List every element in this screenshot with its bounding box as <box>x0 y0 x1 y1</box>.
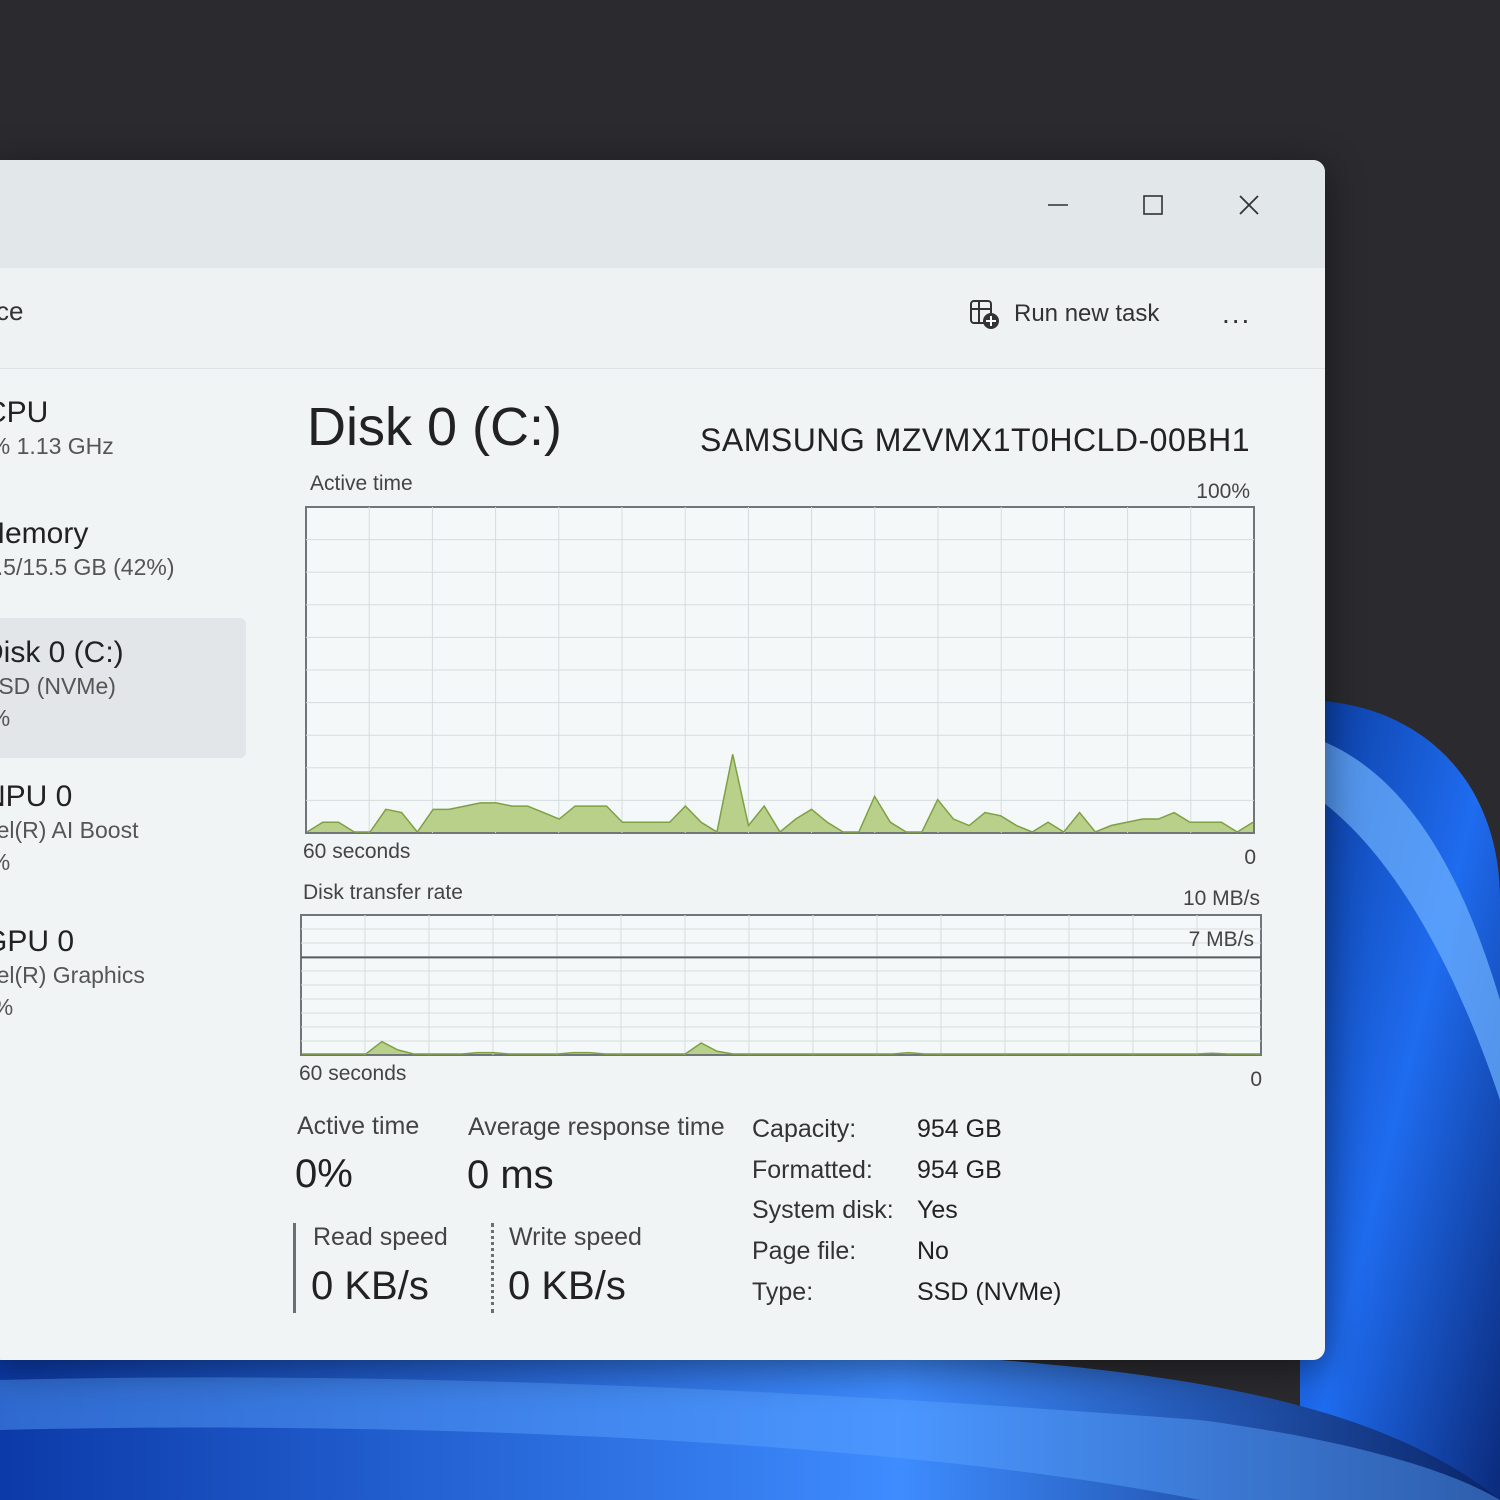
sidebar-item-detail: SSD (NVMe) <box>0 673 116 699</box>
sidebar-item-title: Memory <box>0 517 89 550</box>
read-speed-indicator <box>293 1223 296 1313</box>
system-disk-label: System disk: <box>752 1196 894 1224</box>
active-time-x-left-label: 60 seconds <box>303 840 411 863</box>
sidebar-item-detail: Intel(R) Graphics <box>0 962 145 988</box>
close-icon <box>1239 195 1259 215</box>
sidebar-item-disk-0[interactable]: Disk 0 (C:) SSD (NVMe) 0% <box>0 618 246 758</box>
active-time-x-right-label: 0 <box>1244 846 1256 869</box>
page-label: ce <box>0 296 24 326</box>
minimize-icon <box>1048 204 1068 206</box>
active-time-max-label: 100% <box>1196 480 1250 503</box>
transfer-rate-graph <box>300 914 1262 1056</box>
capacity-value: 954 GB <box>917 1115 1002 1143</box>
avg-response-label: Average response time <box>468 1113 725 1141</box>
maximize-button[interactable] <box>1130 182 1176 228</box>
disk-model: SAMSUNG MZVMX1T0HCLD-00BH1 <box>700 422 1250 458</box>
system-disk-value: Yes <box>917 1196 958 1224</box>
close-button[interactable] <box>1226 182 1272 228</box>
active-time-stat-value: 0% <box>295 1152 353 1196</box>
active-time-stat-label: Active time <box>297 1112 420 1140</box>
run-new-task-button[interactable]: Run new task <box>968 298 1159 330</box>
write-speed-value: 0 KB/s <box>508 1264 626 1308</box>
sidebar-item-detail: Intel(R) AI Boost <box>0 817 139 843</box>
type-label: Type: <box>752 1278 814 1306</box>
task-manager-window: ce Run new task ... CPU 4% 1.13 GHz Memo… <box>0 160 1325 1360</box>
active-time-chart-label: Active time <box>310 472 413 495</box>
maximize-icon <box>1143 195 1163 215</box>
run-new-task-label: Run new task <box>1014 300 1160 327</box>
more-options-button[interactable]: ... <box>1222 298 1251 330</box>
transfer-line-label: 7 MB/s <box>1188 928 1254 951</box>
write-speed-indicator <box>491 1223 494 1313</box>
sidebar-item-title: NPU 0 <box>0 780 73 813</box>
sidebar-item-detail: 4% 1.13 GHz <box>0 433 114 459</box>
minimize-button[interactable] <box>1035 182 1081 228</box>
sidebar-item-usage: 1% <box>0 991 246 1023</box>
page-file-label: Page file: <box>752 1237 857 1265</box>
avg-response-value: 0 ms <box>467 1153 554 1197</box>
sidebar-item-memory[interactable]: Memory 6.5/15.5 GB (42%) <box>0 517 246 583</box>
formatted-label: Formatted: <box>752 1156 873 1184</box>
capacity-label: Capacity: <box>752 1115 857 1143</box>
sidebar-item-npu-0[interactable]: NPU 0 Intel(R) AI Boost 0% <box>0 780 246 878</box>
read-speed-label: Read speed <box>313 1223 448 1251</box>
sidebar-item-title: GPU 0 <box>0 925 75 958</box>
type-value: SSD (NVMe) <box>917 1278 1062 1306</box>
sidebar-item-title: CPU <box>0 396 49 429</box>
read-speed-value: 0 KB/s <box>311 1264 429 1308</box>
sidebar-item-cpu[interactable]: CPU 4% 1.13 GHz <box>0 396 246 462</box>
transfer-x-right-label: 0 <box>1250 1068 1262 1091</box>
sidebar-item-usage: 0% <box>0 846 246 878</box>
active-time-graph <box>305 506 1255 834</box>
sidebar-item-gpu-0[interactable]: GPU 0 Intel(R) Graphics 1% <box>0 925 246 1023</box>
page-file-value: No <box>917 1237 949 1265</box>
run-task-icon <box>970 300 999 329</box>
page-title: Disk 0 (C:) <box>307 397 562 457</box>
sidebar-item-detail: 6.5/15.5 GB (42%) <box>0 554 175 580</box>
write-speed-label: Write speed <box>509 1223 642 1251</box>
transfer-max-label: 10 MB/s <box>1182 887 1260 910</box>
sidebar-item-title: Disk 0 (C:) <box>0 636 124 669</box>
sidebar-item-usage: 0% <box>0 702 246 734</box>
transfer-chart-label: Disk transfer rate <box>303 881 463 904</box>
title-bar <box>0 160 1325 268</box>
sidebar: CPU 4% 1.13 GHz Memory 6.5/15.5 GB (42%)… <box>0 370 246 1360</box>
formatted-value: 954 GB <box>917 1156 1002 1184</box>
transfer-x-left-label: 60 seconds <box>299 1062 407 1085</box>
